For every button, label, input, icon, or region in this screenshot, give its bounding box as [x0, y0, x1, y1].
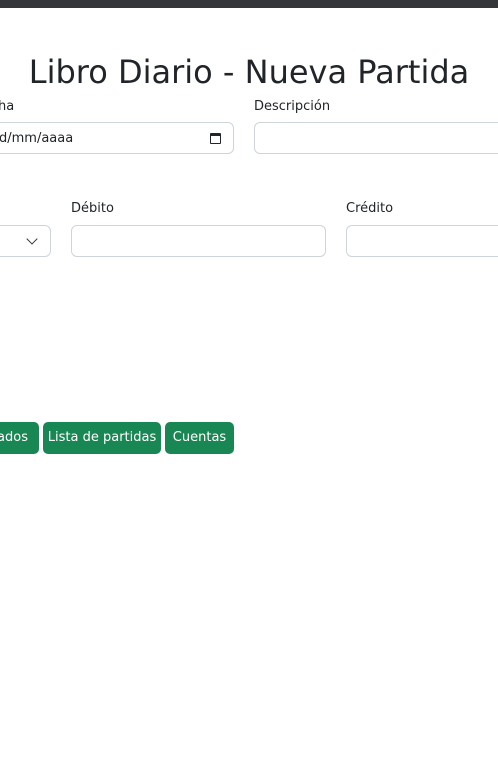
page-title: Libro Diario - Nueva Partida: [28, 53, 470, 91]
debito-input[interactable]: [71, 225, 326, 257]
browser-top-bar: [0, 0, 498, 8]
credito-label: Crédito: [346, 201, 394, 216]
descripcion-label: Descripción: [254, 99, 331, 114]
cuentas-button[interactable]: Cuentas: [165, 422, 234, 454]
lista-de-partidas-button[interactable]: Lista de partidas: [43, 422, 161, 454]
fecha-date-input[interactable]: d/mm/aaaa: [0, 122, 234, 154]
fecha-label: ha: [0, 99, 15, 114]
fecha-date-value: d/mm/aaaa: [0, 131, 74, 146]
calendar-icon[interactable]: [210, 133, 221, 144]
credito-input[interactable]: [346, 225, 498, 257]
descripcion-input[interactable]: [254, 122, 498, 154]
chevron-down-icon: [26, 233, 38, 245]
cuenta-select[interactable]: [0, 225, 51, 257]
estados-button[interactable]: ados: [0, 422, 39, 454]
debito-label: Débito: [71, 201, 114, 216]
